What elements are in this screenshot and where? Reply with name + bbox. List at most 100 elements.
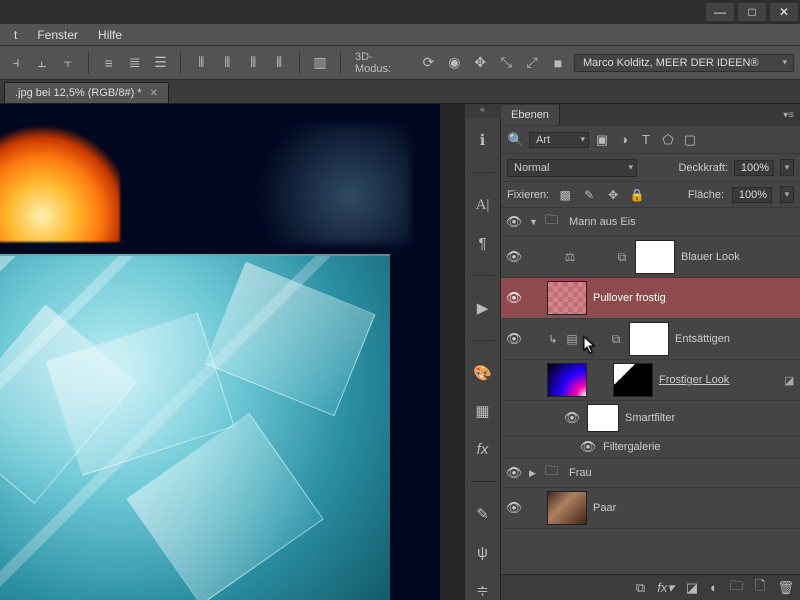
adjustments-panel-icon[interactable]: ≑: [473, 580, 493, 600]
play-panel-icon[interactable]: ▶: [473, 298, 493, 318]
layer-frostiger-look[interactable]: Frostiger Look ◪: [501, 360, 800, 401]
lock-position-icon[interactable]: ✥: [605, 187, 621, 203]
layer-name[interactable]: Paar: [593, 502, 616, 514]
layer-smartfilter[interactable]: 👁 Smartfilter: [501, 401, 800, 436]
close-tab-icon[interactable]: ✕: [150, 88, 158, 99]
3d-roll-icon[interactable]: ◉: [444, 53, 464, 73]
filter-adjust-icon[interactable]: ◑: [615, 131, 633, 149]
layer-thumb[interactable]: [547, 491, 587, 525]
layer-mask-thumb[interactable]: [613, 363, 653, 397]
disclosure-triangle[interactable]: ▼: [529, 217, 539, 227]
maximize-button[interactable]: □: [738, 3, 766, 21]
menu-fenster[interactable]: Fenster: [27, 28, 88, 42]
visibility-toggle[interactable]: 👁: [505, 249, 523, 265]
paragraph-panel-icon[interactable]: ¶: [473, 233, 493, 253]
link-icon[interactable]: ⧉: [615, 250, 629, 265]
lock-pixels-icon[interactable]: ✎: [581, 187, 597, 203]
lock-transparency-icon[interactable]: ▩: [557, 187, 573, 203]
filter-type-icon[interactable]: T: [637, 131, 655, 149]
new-layer-icon[interactable]: 🗋: [755, 577, 765, 599]
character-panel-icon[interactable]: A|: [473, 195, 493, 215]
brush-presets-panel-icon[interactable]: ψ: [473, 542, 493, 562]
3d-orbit-icon[interactable]: ⟳: [419, 53, 439, 73]
layer-group-mann-aus-eis[interactable]: 👁 ▼ 🗀 Mann aus Eis: [501, 208, 800, 237]
opacity-field[interactable]: 100%: [734, 160, 774, 176]
layer-name[interactable]: Pullover frostig: [593, 292, 666, 304]
visibility-toggle[interactable]: 👁: [505, 465, 523, 481]
visibility-toggle[interactable]: 👁: [505, 500, 523, 516]
distribute-h1-icon[interactable]: ≡: [99, 53, 119, 73]
expand-dock-handle[interactable]: «: [465, 104, 501, 118]
swatches-panel-icon[interactable]: ▦: [473, 401, 493, 421]
align-right-icon[interactable]: ⫟: [58, 53, 78, 73]
visibility-toggle[interactable]: 👁: [505, 290, 523, 306]
delete-layer-icon[interactable]: 🗑: [777, 580, 794, 596]
menu-hilfe[interactable]: Hilfe: [88, 28, 132, 42]
distribute-v1-icon[interactable]: ⦀: [191, 53, 211, 73]
distribute-h2-icon[interactable]: ≣: [125, 53, 145, 73]
disclosure-triangle[interactable]: ▶: [529, 468, 539, 479]
distribute-v4-icon[interactable]: ⦀: [269, 53, 289, 73]
distribute-h3-icon[interactable]: ☰: [151, 53, 171, 73]
visibility-toggle[interactable]: 👁: [505, 331, 523, 347]
layer-paar[interactable]: 👁 Paar: [501, 488, 800, 529]
layer-mask-thumb[interactable]: [629, 322, 669, 356]
3d-camera-icon[interactable]: ■: [548, 53, 568, 73]
new-group-icon[interactable]: 🗀: [730, 577, 743, 599]
color-panel-icon[interactable]: 🎨: [473, 363, 493, 383]
layer-thumb[interactable]: [547, 363, 587, 397]
fill-field[interactable]: 100%: [732, 187, 772, 203]
distribute-v2-icon[interactable]: ⦀: [217, 53, 237, 73]
minimize-button[interactable]: —: [706, 3, 734, 21]
layer-pullover-frostig[interactable]: 👁 Pullover frostig: [501, 278, 800, 319]
layer-group-frau[interactable]: 👁 ▶ 🗀 Frau: [501, 459, 800, 488]
3d-pan-icon[interactable]: ✥: [470, 53, 490, 73]
layer-thumb[interactable]: [547, 281, 587, 315]
link-icon[interactable]: ⧉: [609, 332, 623, 347]
visibility-toggle[interactable]: 👁: [563, 410, 581, 426]
add-mask-icon[interactable]: ◪: [686, 580, 698, 596]
layer-mask-thumb[interactable]: [635, 240, 675, 274]
canvas[interactable]: [0, 104, 464, 600]
fill-slider-toggle[interactable]: ▾: [780, 186, 794, 203]
info-panel-icon[interactable]: ℹ: [473, 130, 493, 150]
document-tab[interactable]: .jpg bei 12,5% (RGB/8#) * ✕: [4, 82, 169, 103]
opacity-slider-toggle[interactable]: ▾: [780, 159, 794, 176]
layer-blauer-look[interactable]: 👁 ⚖ ⧉ Blauer Look: [501, 237, 800, 278]
close-button[interactable]: ✕: [770, 3, 798, 21]
visibility-toggle[interactable]: 👁: [505, 214, 523, 230]
layer-list[interactable]: 👁 ▼ 🗀 Mann aus Eis 👁 ⚖ ⧉ Blauer Look 👁 P…: [501, 208, 800, 574]
visibility-toggle[interactable]: 👁: [579, 439, 597, 455]
layer-name[interactable]: Frostiger Look: [659, 374, 729, 386]
layers-tab[interactable]: Ebenen: [501, 105, 560, 125]
layer-name[interactable]: Frau: [569, 467, 592, 479]
lock-all-icon[interactable]: 🔒: [629, 187, 645, 203]
layer-name[interactable]: Mann aus Eis: [569, 216, 636, 228]
filter-kind-dropdown[interactable]: Art: [529, 132, 589, 148]
3d-slide-icon[interactable]: ⤡: [496, 53, 516, 73]
layer-name[interactable]: Entsättigen: [675, 333, 730, 345]
filter-shape-icon[interactable]: ⬠: [659, 131, 677, 149]
panel-menu-icon[interactable]: ▾≡: [777, 110, 800, 121]
user-account-dropdown[interactable]: Marco Kolditz, MEER DER IDEEN®: [574, 54, 794, 72]
align-left-icon[interactable]: ⫞: [6, 53, 26, 73]
brush-panel-icon[interactable]: ✎: [473, 504, 493, 524]
layer-name[interactable]: Blauer Look: [681, 251, 740, 263]
layer-name[interactable]: Smartfilter: [625, 412, 675, 424]
blend-mode-dropdown[interactable]: Normal: [507, 159, 637, 177]
auto-align-icon[interactable]: ▥: [310, 53, 330, 73]
layer-name[interactable]: Filtergalerie: [603, 441, 660, 453]
layer-filtergalerie[interactable]: 👁 Filtergalerie: [501, 436, 800, 459]
distribute-v3-icon[interactable]: ⦀: [243, 53, 263, 73]
menu-truncated[interactable]: t: [4, 28, 27, 42]
filter-smart-icon[interactable]: ▢: [681, 131, 699, 149]
layer-effects-icon[interactable]: fx▾: [657, 580, 674, 596]
layer-entsaettigen[interactable]: 👁 ↳ ▤ ⧉ Entsättigen: [501, 319, 800, 360]
new-adjustment-icon[interactable]: ◐: [710, 580, 718, 595]
3d-scale-icon[interactable]: ⤢: [522, 53, 542, 73]
styles-panel-icon[interactable]: fx: [473, 439, 493, 459]
filter-pixel-icon[interactable]: ▣: [593, 131, 611, 149]
link-layers-icon[interactable]: ⧉: [636, 580, 645, 596]
smartfilter-mask-thumb[interactable]: [587, 404, 619, 432]
align-center-icon[interactable]: ⫠: [32, 53, 52, 73]
